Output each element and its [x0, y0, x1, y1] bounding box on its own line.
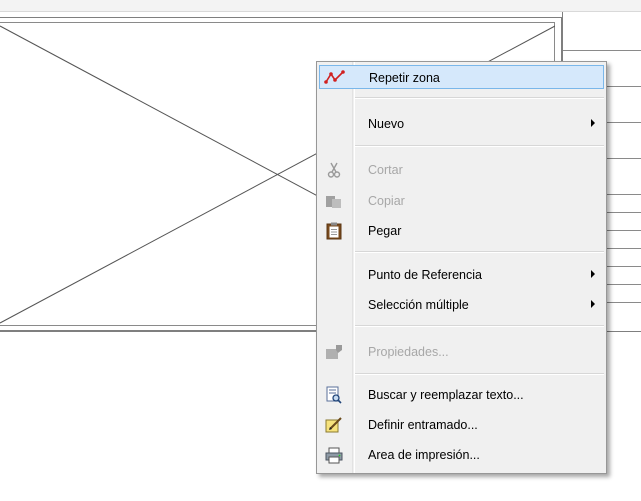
- find-replace-icon: [323, 386, 345, 404]
- properties-icon: [323, 343, 345, 361]
- submenu-arrow-icon: [591, 300, 595, 308]
- menu-item-seleccion-multiple[interactable]: Selección múltiple: [319, 293, 604, 317]
- menu-item-label: Definir entramado...: [368, 418, 478, 432]
- paste-icon: [323, 222, 345, 240]
- menu-item-definir-entramado[interactable]: Definir entramado...: [319, 413, 604, 437]
- menu-item-area-de-impresion[interactable]: Area de impresión...: [319, 443, 604, 467]
- repeat-zone-icon: [324, 69, 346, 87]
- menu-item-label: Punto de Referencia: [368, 268, 482, 282]
- menu-separator: [355, 145, 604, 147]
- scissors-icon: [323, 161, 345, 179]
- menu-item-nuevo[interactable]: Nuevo: [319, 112, 604, 136]
- context-menu: Repetir zona Nuevo Cortar Copiar Pegar P…: [316, 61, 607, 474]
- menu-item-label: Repetir zona: [369, 71, 440, 85]
- table-row-line: [563, 50, 641, 51]
- menu-item-repetir-zona[interactable]: Repetir zona: [319, 65, 604, 89]
- menu-item-cortar[interactable]: Cortar: [319, 158, 604, 182]
- menu-item-label: Propiedades...: [368, 345, 449, 359]
- submenu-arrow-icon: [591, 270, 595, 278]
- menu-item-copiar[interactable]: Copiar: [319, 189, 604, 213]
- menu-item-label: Pegar: [368, 224, 402, 238]
- menu-item-punto-de-referencia[interactable]: Punto de Referencia: [319, 263, 604, 287]
- menu-item-label: Nuevo: [368, 117, 405, 131]
- menu-item-propiedades[interactable]: Propiedades...: [319, 340, 604, 364]
- printer-icon: [323, 446, 345, 464]
- menu-separator: [355, 251, 604, 253]
- menu-item-label: Buscar y reemplazar texto...: [368, 388, 524, 402]
- menu-item-pegar[interactable]: Pegar: [319, 219, 604, 243]
- menu-item-label: Copiar: [368, 194, 405, 208]
- menu-separator: [355, 97, 604, 99]
- canvas-top-bar: [0, 0, 641, 12]
- menu-item-buscar-reemplazar[interactable]: Buscar y reemplazar texto...: [319, 383, 604, 407]
- edit-pattern-icon: [323, 416, 345, 434]
- menu-item-label: Selección múltiple: [368, 298, 469, 312]
- menu-separator: [355, 373, 604, 375]
- submenu-arrow-icon: [591, 119, 595, 127]
- menu-item-label: Cortar: [368, 163, 403, 177]
- menu-item-label: Area de impresión...: [368, 448, 480, 462]
- copy-icon: [323, 192, 345, 210]
- menu-separator: [355, 325, 604, 327]
